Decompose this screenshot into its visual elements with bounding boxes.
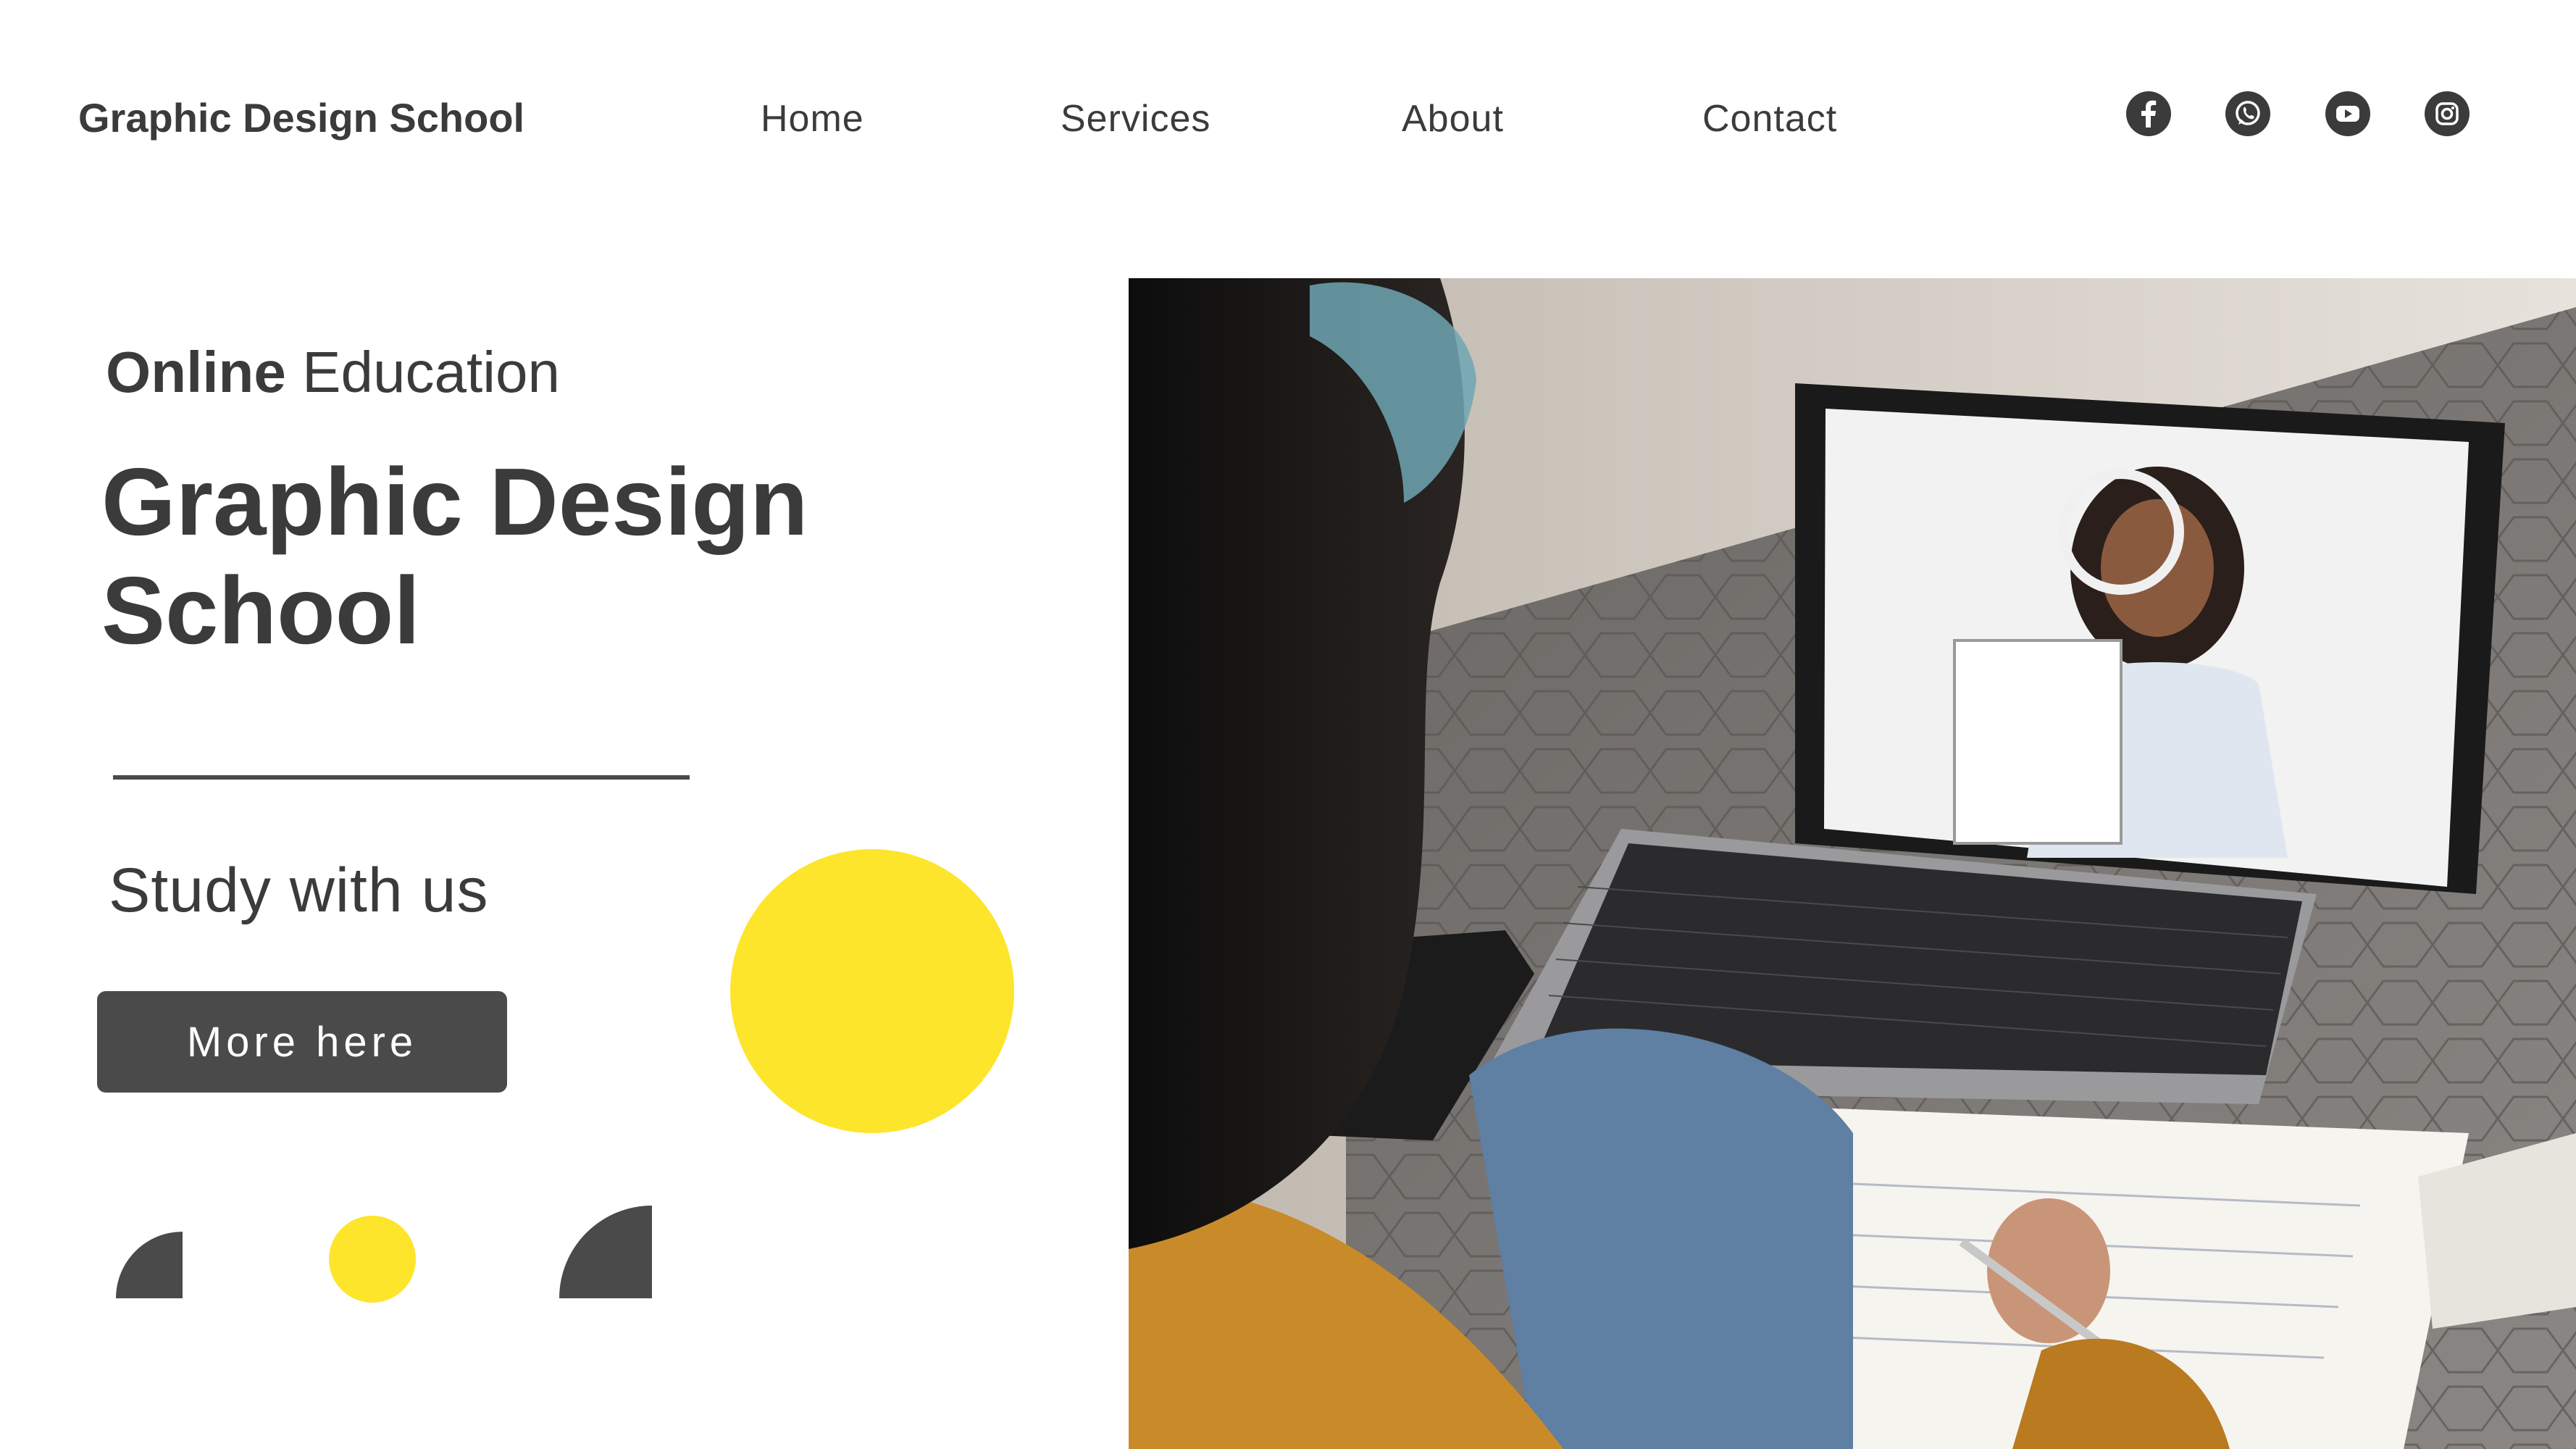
nav-contact[interactable]: Contact	[1702, 97, 1837, 141]
student-video-call-photo	[1129, 278, 2576, 1449]
youtube-icon[interactable]	[2325, 91, 2370, 136]
decorative-yellow-circle-large	[730, 849, 1014, 1133]
decorative-quarter-circle-large	[559, 1206, 652, 1298]
whatsapp-icon[interactable]	[2225, 91, 2270, 136]
hero-title-line2: School	[101, 557, 421, 664]
kicker-rest: Education	[302, 340, 560, 404]
facebook-icon[interactable]	[2126, 91, 2171, 136]
instagram-icon[interactable]	[2425, 91, 2470, 136]
nav-about[interactable]: About	[1402, 97, 1504, 141]
decorative-quarter-circle-small	[116, 1232, 183, 1298]
hero-subhead: Study with us	[109, 856, 489, 925]
decorative-yellow-circle-small	[329, 1216, 416, 1303]
hero-divider	[113, 775, 690, 780]
nav-home[interactable]: Home	[761, 97, 864, 141]
nav-services[interactable]: Services	[1061, 97, 1210, 141]
more-here-button[interactable]: More here	[97, 991, 507, 1093]
hero-kicker: Online Education	[106, 339, 560, 406]
hero-title-line1: Graphic Design	[101, 448, 808, 555]
hero-title: Graphic Design School	[101, 448, 898, 665]
kicker-bold: Online	[106, 340, 286, 404]
brand-logo-text[interactable]: Graphic Design School	[78, 94, 524, 141]
